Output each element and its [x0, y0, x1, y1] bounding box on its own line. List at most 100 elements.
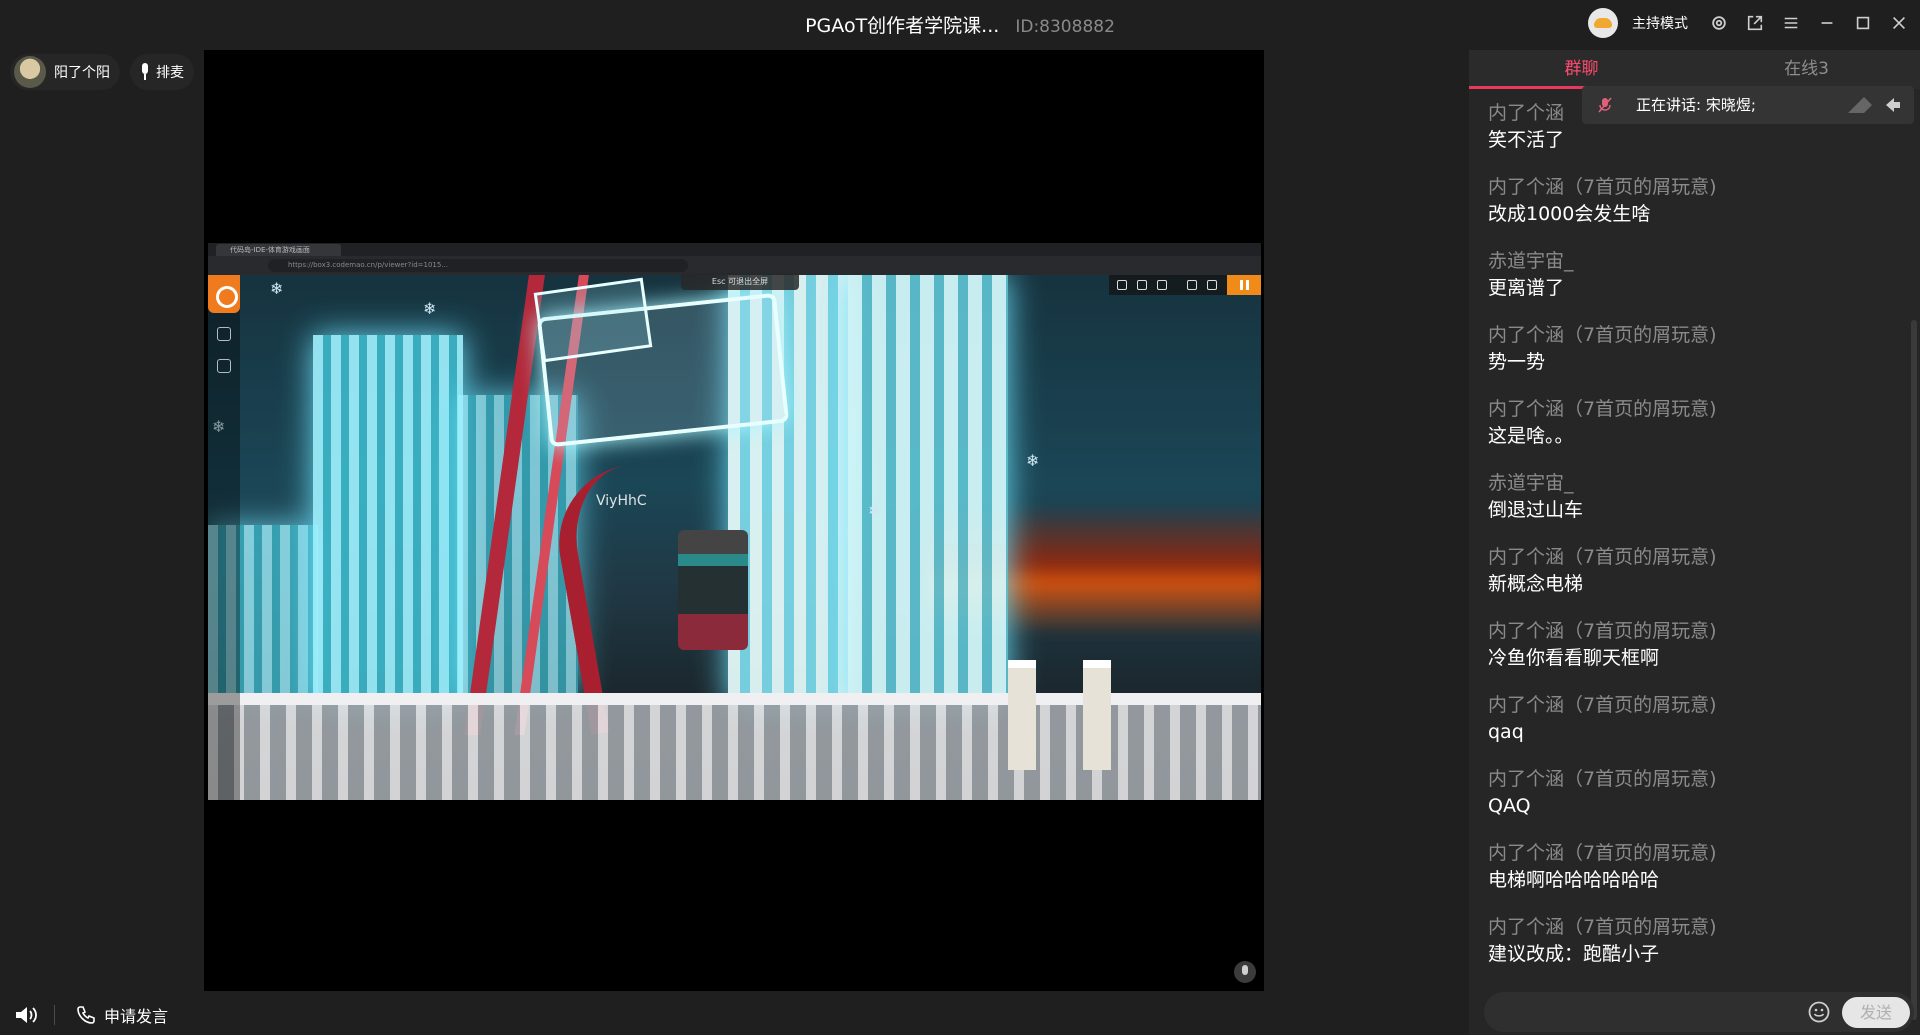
host-avatar[interactable]	[1588, 8, 1618, 38]
neon-building	[313, 335, 463, 705]
snowflake-icon: ❄	[868, 501, 882, 520]
user-strip: 阳了个阳 排麦	[10, 54, 194, 90]
meeting-app: PGAoT创作者学院课... ID:8308882 主持模式 阳了个阳 排麦 代…	[0, 0, 1920, 1035]
tab-group-chat[interactable]: 群聊	[1469, 50, 1694, 89]
message-nickname: 内了个涵（7首页的屑玩意)	[1488, 768, 1717, 790]
chat-panel: 群聊 在线3 正在讲话: 宋晓煜; 内了个涵 笑不活了 内了个涵（7首页的屑玩意…	[1469, 50, 1920, 1035]
snowflake-icon: ❄	[1026, 451, 1040, 470]
list-item: 赤道宇宙_ 更离谱了	[1488, 248, 1908, 322]
ide-chat-icon	[1117, 280, 1127, 290]
title-bar-controls: 主持模式	[1588, 6, 1910, 40]
fence-post	[1083, 660, 1111, 770]
ide-sidebar	[208, 275, 240, 800]
message-text: 势一势	[1488, 351, 1546, 373]
phone-icon	[77, 1006, 95, 1024]
player-nametag: ViyHhC	[596, 493, 647, 509]
ide-avatar-icon	[217, 359, 231, 373]
ide-debug-icon	[1137, 280, 1147, 290]
list-item: 内了个涵（7首页的屑玩意) 改成1000会发生啥	[1488, 174, 1908, 248]
message-nickname: 内了个涵（7首页的屑玩意)	[1488, 398, 1717, 420]
game-scene: ViyHhC ❄ ❄ ❄ ❄ ❄	[208, 275, 1261, 800]
apply-speak-button[interactable]: 申请发言	[76, 1003, 168, 1027]
neon-building	[848, 275, 1008, 705]
ide-settings-icon	[217, 327, 231, 341]
muted-mic-icon	[1598, 97, 1612, 113]
message-text: 更离谱了	[1488, 277, 1565, 299]
ide-undo-icon	[1187, 280, 1197, 290]
divider	[54, 1005, 55, 1025]
ide-toolbar	[1109, 275, 1261, 295]
video-stage: 代码岛-IDE-体育游戏画面 https://box3.codemao.cn/p…	[204, 50, 1264, 991]
message-text: 笑不活了	[1488, 129, 1565, 151]
apply-speak-label: 申请发言	[104, 1007, 169, 1026]
ide-redo-icon	[1207, 280, 1217, 290]
microphone-icon	[140, 63, 150, 81]
host-mode-label[interactable]: 主持模式	[1632, 13, 1688, 33]
message-nickname: 赤道宇宙_	[1488, 250, 1574, 272]
message-nickname: 内了个涵（7首页的屑玩意)	[1488, 176, 1717, 198]
ide-resize-icon	[1157, 280, 1167, 290]
fence-post	[1008, 660, 1036, 770]
emoji-icon[interactable]	[1807, 1000, 1831, 1024]
list-item: 赤道宇宙_ 倒退过山车	[1488, 470, 1908, 544]
chat-input-box: 发送	[1484, 992, 1914, 1032]
message-text: 建议改成：跑酷小子	[1488, 943, 1660, 965]
list-item: 内了个涵（7首页的屑玩意) 电梯啊哈哈哈哈哈哈	[1488, 840, 1908, 914]
message-nickname: 内了个涵（7首页的屑玩意)	[1488, 324, 1717, 346]
message-text: 电梯啊哈哈哈哈哈哈	[1488, 869, 1660, 891]
chat-input[interactable]	[1498, 1000, 1778, 1024]
fullscreen-exit-hint: Esc 可退出全屏	[681, 273, 799, 290]
message-text: 冷鱼你看看聊天框啊	[1488, 647, 1660, 669]
chat-tabs: 群聊 在线3	[1469, 50, 1920, 89]
speaking-notice-text: 正在讲话: 宋晓煜;	[1636, 96, 1756, 114]
speaking-notice: 正在讲话: 宋晓煜;	[1582, 86, 1914, 124]
room-title: PGAoT创作者学院课...	[805, 15, 1000, 37]
maximize-icon[interactable]	[1852, 12, 1874, 34]
current-user-name: 阳了个阳	[54, 65, 110, 81]
message-nickname: 赤道宇宙_	[1488, 472, 1574, 494]
current-user-chip[interactable]: 阳了个阳	[10, 54, 120, 90]
queue-button[interactable]: 排麦	[130, 54, 194, 90]
message-text: qaq	[1488, 721, 1524, 743]
list-item: 内了个涵（7首页的屑玩意) 这是啥。。	[1488, 396, 1908, 470]
message-text: 倒退过山车	[1488, 499, 1584, 521]
stage-microphone-icon[interactable]	[1234, 961, 1256, 983]
message-text: 这是啥。。	[1488, 425, 1574, 447]
send-button[interactable]: 发送	[1842, 997, 1910, 1028]
ide-pause-icon	[1227, 275, 1261, 295]
message-nickname: 内了个涵（7首页的屑玩意)	[1488, 842, 1717, 864]
shared-screen: 代码岛-IDE-体育游戏画面 https://box3.codemao.cn/p…	[208, 243, 1261, 800]
minimize-icon[interactable]	[1816, 12, 1838, 34]
list-item: 内了个涵（7首页的屑玩意) 势一势	[1488, 322, 1908, 396]
settings-icon[interactable]	[1708, 12, 1730, 34]
collapse-arrow-icon[interactable]	[1846, 95, 1902, 115]
ide-logo	[208, 275, 240, 313]
popout-icon[interactable]	[1744, 12, 1766, 34]
message-nickname: 内了个涵（7首页的屑玩意)	[1488, 916, 1717, 938]
avatar	[14, 56, 46, 88]
bottom-bar: 申请发言	[0, 995, 1264, 1035]
message-nickname: 内了个涵（7首页的屑玩意)	[1488, 620, 1717, 642]
message-text: 改成1000会发生啥	[1488, 203, 1651, 225]
title-bar: PGAoT创作者学院课... ID:8308882 主持模式	[0, 0, 1920, 46]
list-item: 内了个涵（7首页的屑玩意) 冷鱼你看看聊天框啊	[1488, 618, 1908, 692]
shared-address-bar: https://box3.codemao.cn/p/viewer?id=1015…	[268, 259, 688, 272]
chat-message-list: 内了个涵 笑不活了 内了个涵（7首页的屑玩意) 改成1000会发生啥 赤道宇宙_…	[1488, 100, 1908, 988]
queue-label: 排麦	[156, 65, 184, 81]
tab-online[interactable]: 在线3	[1694, 50, 1919, 89]
close-icon[interactable]	[1888, 12, 1910, 34]
list-item: 内了个涵（7首页的屑玩意) QAQ	[1488, 766, 1908, 840]
message-nickname: 内了个涵（7首页的屑玩意)	[1488, 546, 1717, 568]
snowflake-icon: ❄	[423, 299, 437, 318]
shared-browser-tabbar: 代码岛-IDE-体育游戏画面	[208, 243, 1261, 256]
chat-scrollbar[interactable]	[1911, 320, 1917, 1020]
player-avatar	[678, 530, 748, 650]
message-text: 新概念电梯	[1488, 573, 1584, 595]
speaker-icon[interactable]	[14, 1005, 38, 1025]
list-item: 内了个涵（7首页的屑玩意) 建议改成：跑酷小子	[1488, 914, 1908, 988]
list-item: 内了个涵（7首页的屑玩意) 新概念电梯	[1488, 544, 1908, 618]
menu-icon[interactable]	[1780, 12, 1802, 34]
shared-browser-tab: 代码岛-IDE-体育游戏画面	[216, 244, 341, 256]
message-text: QAQ	[1488, 795, 1531, 817]
list-item: 内了个涵（7首页的屑玩意) qaq	[1488, 692, 1908, 766]
